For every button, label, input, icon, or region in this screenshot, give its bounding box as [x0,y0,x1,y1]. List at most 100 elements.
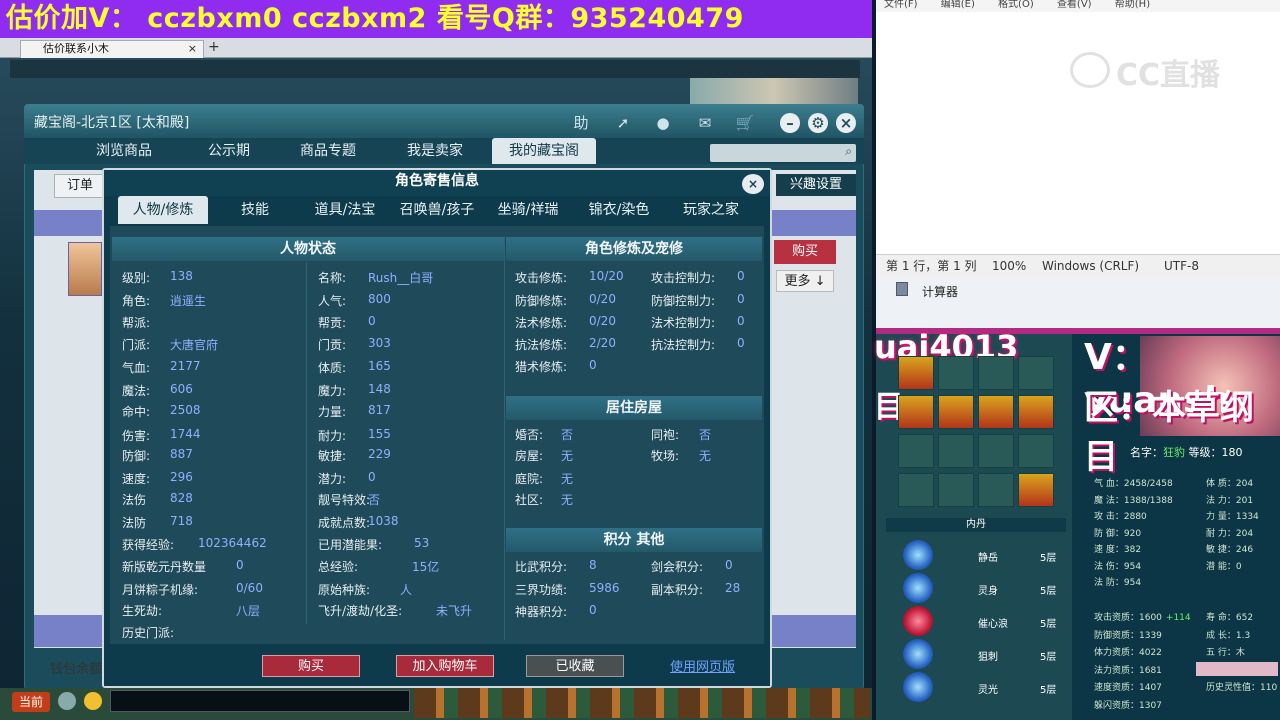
cart-icon[interactable]: 🛒 [734,113,756,133]
channel-current-button[interactable]: 当前 [12,692,50,712]
record-icon[interactable]: ● [652,113,674,133]
equip-slot[interactable] [978,356,1014,390]
settings-icon[interactable]: ⚙ [808,113,828,133]
pet-stat-label: 速 [1094,545,1106,555]
pet-stat-value: 血：2458/2458 [1105,479,1173,489]
house-value: 否 [561,428,574,442]
tab-home[interactable]: 玩家之家 [666,196,756,224]
pet-stat-value: 防：954 [1105,578,1142,588]
house-value: 无 [561,493,574,507]
tab-pets[interactable]: 召唤兽/孩子 [390,196,484,224]
tab-topics[interactable]: 商品专题 [276,138,380,164]
house-row: 房屋: 无 牧场: 无 [515,447,711,464]
tab-browse[interactable]: 浏览商品 [66,138,182,164]
skill-orb-icon[interactable] [903,672,933,702]
tab-mounts[interactable]: 坐骑/祥瑞 [484,196,572,224]
chat-icon[interactable]: ✉ [694,113,716,133]
cult-value: 0 [737,269,745,283]
new-tab-icon[interactable]: + [208,39,220,55]
tab-character[interactable]: 人物/修炼 [118,196,208,224]
menu-file[interactable]: 文件(F) [884,0,918,10]
interest-settings-button[interactable]: 兴趣设置 [776,174,856,196]
equip-slot[interactable] [898,395,934,429]
skill-orb-icon[interactable] [903,606,933,636]
skill-shortcut-bar[interactable] [414,688,870,718]
status-value: 15亿 [412,560,440,574]
equip-slot[interactable] [978,473,1014,507]
pet-stat-value: 力：201 [1217,495,1254,506]
help-icon[interactable]: 助 [570,113,592,133]
status-row: 魔法: 606 [122,382,193,399]
zoom-level: 100% [992,259,1027,273]
tab-announce[interactable]: 公示期 [182,138,276,164]
mic-icon[interactable] [58,692,76,710]
aptitude-text: 防御资质：1339 [1094,630,1162,641]
status-value: 否 [368,493,381,507]
section-house-header: 居住房屋 [506,396,762,420]
status-row: 门派: 大唐官府 [122,336,218,353]
cult-label: 猎术修炼: [515,360,568,374]
points-label: 剑会积分: [651,560,704,574]
menu-view[interactable]: 查看(V) [1057,0,1092,10]
equip-slot[interactable] [938,473,974,507]
pet-stat-label: 耐 [1206,528,1218,539]
minimize-icon[interactable]: – [780,113,800,133]
equip-slot[interactable] [898,473,934,507]
status-value: 155 [368,427,391,441]
menu-help[interactable]: 帮助(H) [1115,0,1150,10]
browser-tab[interactable]: 估价联系小木 × [20,40,204,58]
close-icon[interactable]: × [836,113,856,133]
skill-orb-icon[interactable] [903,573,933,603]
aptitude-value: 命：652 [1217,613,1254,623]
points-value: 28 [725,581,741,595]
tab-my-cbg[interactable]: 我的藏宝阁 [492,138,596,164]
aptitude-row: 五 行：木 [1206,645,1245,658]
equip-slot[interactable] [978,395,1014,429]
status-label: 帮贡: [318,316,347,330]
equip-slot[interactable] [1018,356,1054,390]
equip-slot[interactable] [1018,434,1054,468]
pet-stat-label: 力 [1206,512,1218,522]
equip-slot[interactable] [978,434,1014,468]
equip-slot[interactable] [1018,395,1054,429]
add-to-cart-button[interactable]: 加入购物车 [396,655,494,677]
search-icon[interactable]: ⌕ [845,144,852,159]
menu-edit[interactable]: 编辑(E) [941,0,975,10]
house-label: 同袍: [651,428,680,442]
chat-input[interactable] [110,690,410,712]
status-extra-row: 历史门派: [122,624,174,641]
equip-slot[interactable] [938,434,974,468]
buy-button[interactable]: 购买 [262,655,360,677]
more-button[interactable]: 更多 ↓ [776,270,834,292]
pet-stat-label: 潜 [1206,561,1218,572]
house-row: 社区: 无 [515,491,573,508]
equip-slot[interactable] [898,434,934,468]
cursor-position: 第 1 行，第 1 列 [886,259,977,273]
tab-close-icon[interactable]: × [188,41,197,57]
tab-items[interactable]: 道具/法宝 [300,196,390,224]
tab-skills[interactable]: 技能 [212,196,298,224]
share-icon[interactable]: ➚ [612,113,634,133]
cultivation-row: 攻击修炼: 10/20 攻击控制力: 0 [515,269,745,286]
status-row: 靓号特效: 否 [318,491,380,508]
web-version-link[interactable]: 使用网页版 [670,656,735,675]
status-value: 887 [170,447,193,461]
side-buy-button[interactable]: 购买 [774,240,836,264]
menu-format[interactable]: 格式(O) [998,0,1034,10]
skill-orb-icon[interactable] [903,540,933,570]
cultivation-row: 猎术修炼: 0 [515,358,597,375]
tab-outfits[interactable]: 锦衣/染色 [574,196,664,224]
favorited-button[interactable]: 已收藏 [526,655,624,677]
status-label: 力量: [318,405,347,419]
skill-orb-icon[interactable] [903,639,933,669]
search-input[interactable]: ⌕ [710,144,856,162]
modal-close-icon[interactable]: × [742,174,764,194]
equip-slot[interactable] [1018,473,1054,507]
equip-slot[interactable] [938,395,974,429]
tab-seller[interactable]: 我是卖家 [380,138,490,164]
equip-slot[interactable] [898,356,934,390]
window-title: 藏宝阁-北京1区 [太和殿] [34,115,190,131]
aptitude-row: 历史灵性值：110 [1206,680,1277,693]
equip-slot[interactable] [938,356,974,390]
emoji-icon[interactable] [84,692,102,710]
